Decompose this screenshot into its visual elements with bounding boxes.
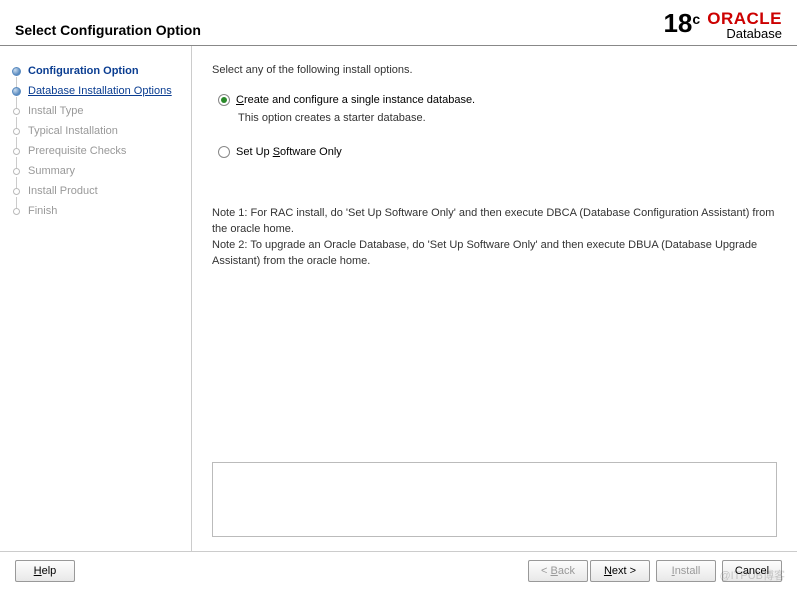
wizard-sidebar: Configuration Option Database Installati… bbox=[0, 46, 192, 551]
step-summary: Summary bbox=[0, 161, 191, 181]
next-button[interactable]: Next > bbox=[590, 560, 650, 582]
note-2: Note 2: To upgrade an Oracle Database, d… bbox=[212, 238, 777, 270]
install-button: Install bbox=[656, 560, 716, 582]
step-label: Database Installation Options bbox=[28, 85, 172, 97]
logo-brand: ORACLE bbox=[707, 10, 782, 27]
logo-product: Database bbox=[707, 27, 782, 40]
step-marker-icon bbox=[10, 65, 22, 77]
option-description: This option creates a starter database. bbox=[238, 112, 777, 124]
step-marker-icon bbox=[10, 85, 22, 97]
radio-label: Set Up Software Only bbox=[236, 146, 342, 158]
step-marker-icon bbox=[10, 205, 22, 217]
back-button: < Back bbox=[528, 560, 588, 582]
radio-icon bbox=[218, 94, 230, 106]
step-label: Install Product bbox=[28, 185, 98, 197]
page-title: Select Configuration Option bbox=[15, 10, 201, 38]
header: Select Configuration Option 18c ORACLE D… bbox=[0, 0, 797, 46]
option-setup-software-only[interactable]: Set Up Software Only bbox=[218, 146, 777, 158]
step-finish: Finish bbox=[0, 201, 191, 221]
step-label: Finish bbox=[28, 205, 57, 217]
step-label: Prerequisite Checks bbox=[28, 145, 126, 157]
step-configuration-option[interactable]: Configuration Option bbox=[0, 61, 191, 81]
logo-version: 18c bbox=[663, 10, 700, 36]
main-content: Select any of the following install opti… bbox=[192, 46, 797, 551]
step-label: Typical Installation bbox=[28, 125, 118, 137]
step-label: Install Type bbox=[28, 105, 83, 117]
step-typical-installation: Typical Installation bbox=[0, 121, 191, 141]
step-marker-icon bbox=[10, 125, 22, 137]
radio-icon bbox=[218, 146, 230, 158]
step-prerequisite-checks: Prerequisite Checks bbox=[0, 141, 191, 161]
notes-block: Note 1: For RAC install, do 'Set Up Soft… bbox=[212, 206, 777, 270]
message-area bbox=[212, 462, 777, 537]
brand-logo: 18c ORACLE Database bbox=[663, 10, 782, 40]
cancel-button[interactable]: Cancel bbox=[722, 560, 782, 582]
intro-text: Select any of the following install opti… bbox=[212, 64, 777, 76]
step-label: Configuration Option bbox=[28, 65, 139, 77]
step-database-installation-options[interactable]: Database Installation Options bbox=[0, 81, 191, 101]
radio-label: Create and configure a single instance d… bbox=[236, 94, 475, 106]
step-install-product: Install Product bbox=[0, 181, 191, 201]
footer: Help < Back Next > Install Cancel bbox=[0, 551, 797, 590]
step-marker-icon bbox=[10, 105, 22, 117]
step-label: Summary bbox=[28, 165, 75, 177]
option-create-single-instance[interactable]: Create and configure a single instance d… bbox=[218, 94, 777, 106]
step-marker-icon bbox=[10, 165, 22, 177]
step-install-type: Install Type bbox=[0, 101, 191, 121]
help-button[interactable]: Help bbox=[15, 560, 75, 582]
note-1: Note 1: For RAC install, do 'Set Up Soft… bbox=[212, 206, 777, 238]
step-marker-icon bbox=[10, 145, 22, 157]
step-marker-icon bbox=[10, 185, 22, 197]
